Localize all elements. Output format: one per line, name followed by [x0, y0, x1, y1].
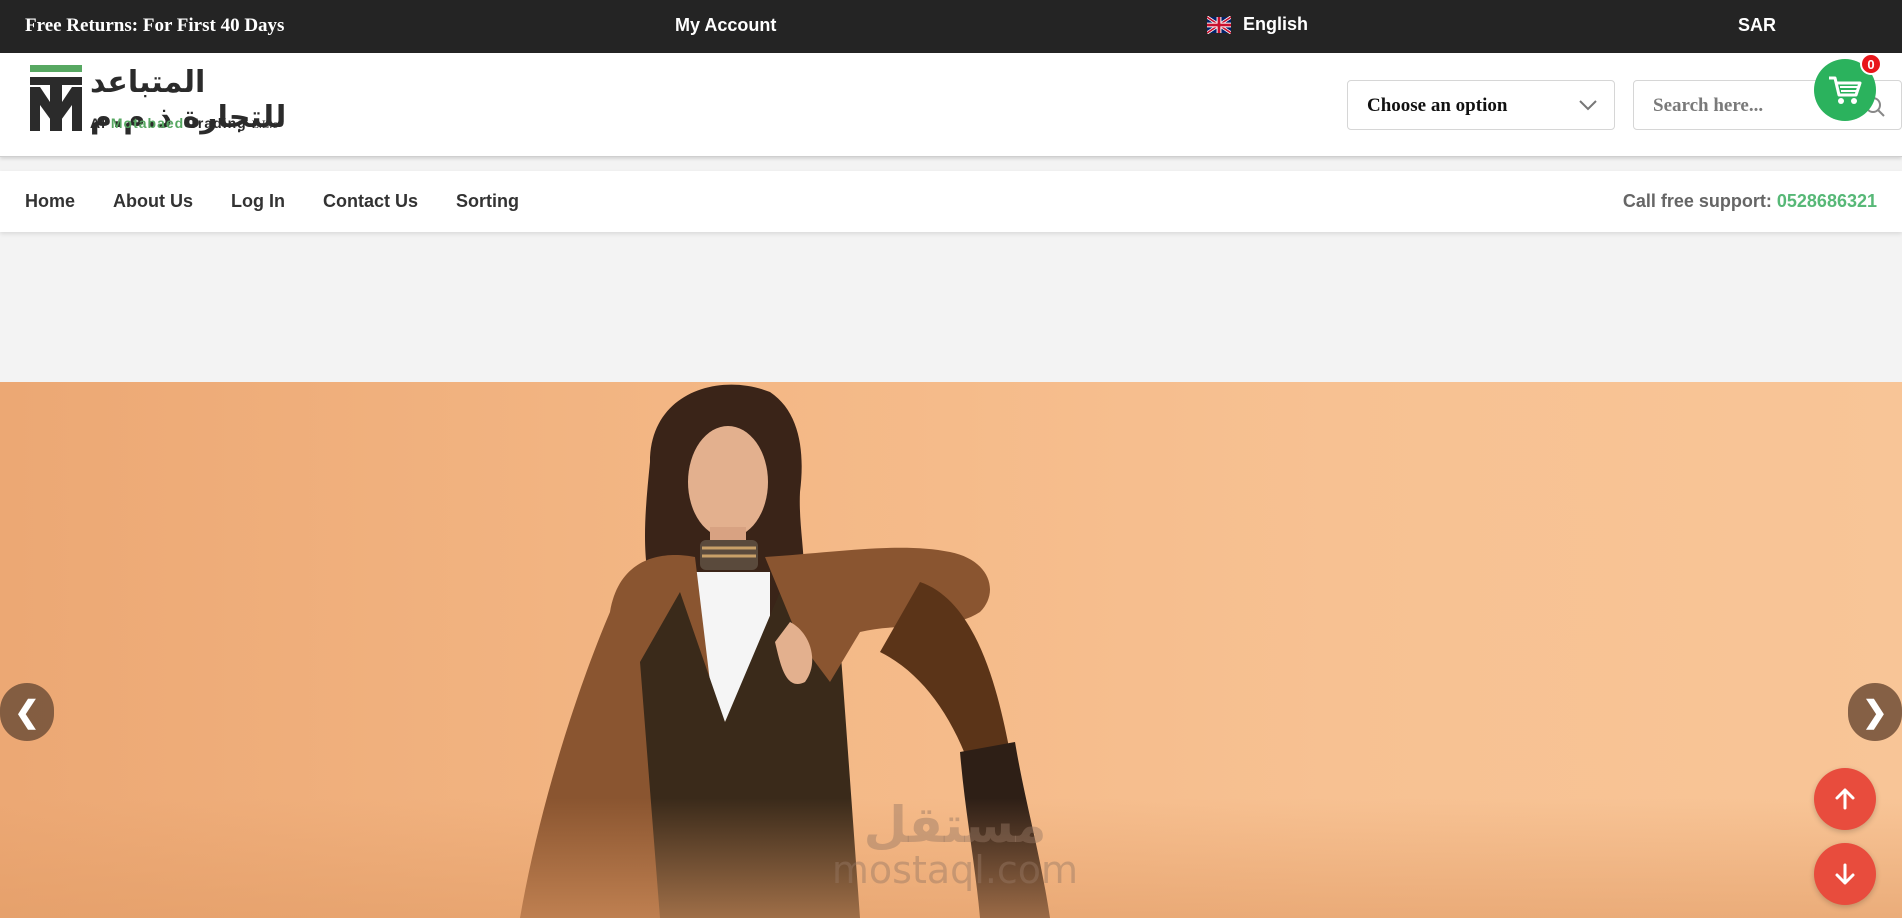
nav-item-contact-us[interactable]: Contact Us	[323, 191, 418, 212]
site-header: المتباعد للتجارة ذ.م.م Al Motabaed Tradi…	[0, 53, 1902, 157]
support-info: Call free support: 0528686321	[1623, 191, 1877, 212]
language-label: English	[1243, 14, 1309, 34]
logo-latin-text: Al Motabaed Trading L.L.c	[90, 115, 278, 132]
site-logo[interactable]: المتباعد للتجارة ذ.م.م Al Motabaed Tradi…	[28, 65, 298, 137]
nav-item-home[interactable]: Home	[25, 191, 75, 212]
cart-count-badge: 0	[1860, 53, 1882, 75]
nav-item-log-in[interactable]: Log In	[231, 191, 285, 212]
chevron-down-icon	[1579, 100, 1597, 111]
category-select-value: Choose an option	[1367, 95, 1508, 116]
top-bar: Free Returns: For First 40 Days My Accou…	[0, 0, 1902, 53]
scroll-up-button[interactable]	[1814, 768, 1876, 830]
main-nav: Home About Us Log In Contact Us Sorting …	[0, 171, 1902, 232]
arrow-up-icon	[1835, 788, 1855, 810]
nav-links: Home About Us Log In Contact Us Sorting	[25, 191, 557, 212]
support-label: Call free support:	[1622, 191, 1772, 211]
arrow-down-icon	[1835, 863, 1855, 885]
nav-item-about-us[interactable]: About Us	[113, 191, 193, 212]
currency-selector[interactable]: SAR	[1738, 15, 1776, 36]
uk-flag-icon	[1207, 15, 1231, 34]
search-input[interactable]: Search here...	[1653, 95, 1763, 117]
category-select[interactable]: Choose an option	[1347, 80, 1615, 130]
slider-next-button[interactable]: ❯	[1848, 683, 1902, 741]
slider-prev-button[interactable]: ❮	[0, 683, 54, 741]
cart-icon	[1829, 76, 1862, 104]
logo-word-trading: Trading	[189, 115, 247, 131]
watermark: مستقل mostaql.com	[830, 800, 1080, 890]
logo-word-llc: L.L.c	[251, 117, 278, 131]
support-phone[interactable]: 0528686321	[1777, 191, 1877, 211]
watermark-latin: mostaql.com	[831, 848, 1079, 892]
logo-mark-icon	[30, 65, 82, 131]
logo-word-al: Al	[90, 115, 106, 131]
nav-item-sorting[interactable]: Sorting	[456, 191, 519, 212]
watermark-arabic: مستقل	[863, 796, 1047, 854]
my-account-link[interactable]: My Account	[675, 15, 776, 36]
language-selector[interactable]: English	[1207, 14, 1308, 35]
promo-text: Free Returns: For First 40 Days	[25, 15, 285, 36]
logo-word-motabaed: Motabaed	[110, 115, 185, 131]
scroll-down-button[interactable]	[1814, 843, 1876, 905]
